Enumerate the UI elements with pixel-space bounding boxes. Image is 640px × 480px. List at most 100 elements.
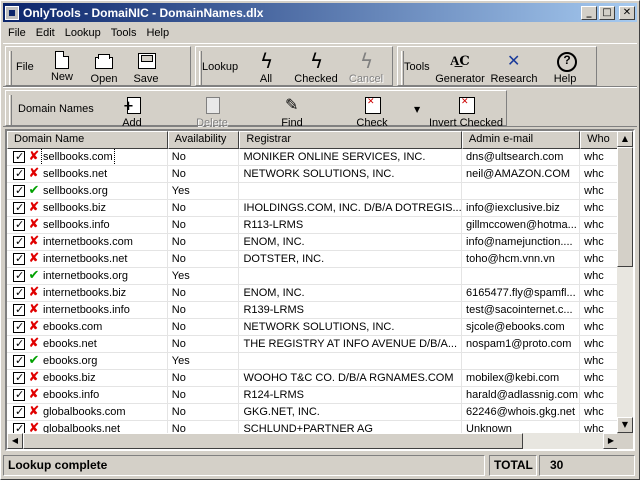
table-row[interactable]: ✘internetbooks.netNoDOTSTER, INC.toho@hc… (7, 251, 619, 268)
delete-button[interactable]: Delete (184, 93, 240, 131)
menu-help[interactable]: Help (141, 27, 174, 39)
maximize-button[interactable]: □ (599, 5, 615, 20)
row-checkbox[interactable] (13, 336, 25, 352)
lookup-all-button[interactable]: All (238, 49, 294, 87)
table-row[interactable]: ✘ebooks.infoNoR124-LRMSharald@adlassnig.… (7, 387, 619, 404)
table-row[interactable]: ✘sellbooks.infoNoR113-LRMSgillmccowen@ho… (7, 217, 619, 234)
lookup-checked-button[interactable]: Checked (288, 49, 344, 87)
whois-cell: whc (580, 268, 619, 284)
column-header-whois[interactable]: Who (580, 131, 619, 149)
title-bar[interactable]: OnlyTools - DomaiNIC - DomainNames.dlx _… (3, 3, 637, 22)
menu-file[interactable]: File (3, 27, 31, 39)
find-button[interactable]: Find (264, 93, 320, 131)
column-header-registrar[interactable]: Registrar (239, 131, 462, 149)
domain-cell[interactable]: ✘sellbooks.biz (7, 200, 168, 216)
table-row[interactable]: ✘globalbooks.netNoSCHLUND+PARTNER AGUnkn… (7, 421, 619, 433)
find-label: Find (281, 117, 303, 129)
table-row[interactable]: ✘ebooks.bizNoWOOHO T&C CO. D/B/A RGNAMES… (7, 370, 619, 387)
horizontal-scroll-thumb[interactable] (23, 433, 523, 449)
table-row[interactable]: ✘ebooks.netNoTHE REGISTRY AT INFO AVENUE… (7, 336, 619, 353)
horizontal-scrollbar[interactable]: ◀ ▶ (7, 433, 619, 449)
row-checkbox[interactable] (13, 404, 25, 420)
row-checkbox[interactable] (13, 353, 25, 369)
domain-cell[interactable]: ✘ebooks.net (7, 336, 168, 352)
row-checkbox[interactable] (13, 217, 25, 233)
table-row[interactable]: ✘internetbooks.infoNoR139-LRMStest@sacoi… (7, 302, 619, 319)
status-total-label: TOTAL (489, 455, 537, 476)
domain-cell[interactable]: ✘ebooks.info (7, 387, 168, 403)
table-row[interactable]: ✘sellbooks.bizNoIHOLDINGS.COM, INC. D/B/… (7, 200, 619, 217)
table-row[interactable]: ✘internetbooks.bizNoENOM, INC.6165477.fl… (7, 285, 619, 302)
table-row[interactable]: ✔ebooks.orgYeswhc (7, 353, 619, 370)
domain-cell[interactable]: ✘globalbooks.net (7, 421, 168, 433)
domain-cell[interactable]: ✔ebooks.org (7, 353, 168, 369)
cancel-button[interactable]: Cancel (338, 49, 394, 87)
column-header-availability[interactable]: Availability (167, 131, 240, 149)
row-checkbox[interactable] (13, 421, 25, 433)
domain-cell[interactable]: ✘ebooks.com (7, 319, 168, 335)
whois-cell: whc (580, 387, 619, 403)
row-checkbox[interactable] (13, 251, 25, 267)
menu-lookup[interactable]: Lookup (60, 27, 106, 39)
table-row[interactable]: ✘globalbooks.comNoGKG.NET, INC.62246@who… (7, 404, 619, 421)
menu-tools[interactable]: Tools (106, 27, 142, 39)
research-button[interactable]: Research (486, 49, 542, 87)
domain-cell[interactable]: ✘internetbooks.com (7, 234, 168, 250)
table-row[interactable]: ✔internetbooks.orgYeswhc (7, 268, 619, 285)
scroll-down-button[interactable]: ▼ (617, 417, 633, 433)
domain-cell[interactable]: ✘internetbooks.net (7, 251, 168, 267)
domain-cell[interactable]: ✘sellbooks.info (7, 217, 168, 233)
domain-cell[interactable]: ✘internetbooks.biz (7, 285, 168, 301)
domain-names-toolbar: Domain Names Add Delete Find Check ▼ Inv… (3, 87, 637, 129)
row-checkbox[interactable] (13, 183, 25, 199)
domain-cell[interactable]: ✘ebooks.biz (7, 370, 168, 386)
row-checkbox[interactable] (13, 370, 25, 386)
row-checkbox[interactable] (13, 268, 25, 284)
column-header-admin-email[interactable]: Admin e-mail (461, 131, 581, 149)
column-header-domain-name[interactable]: Domain Name (7, 131, 168, 149)
row-checkbox[interactable] (13, 149, 25, 165)
invert-checked-button[interactable]: Invert Checked (426, 93, 506, 131)
table-row[interactable]: ✘internetbooks.comNoENOM, INC.info@namej… (7, 234, 619, 251)
vertical-scroll-thumb[interactable] (617, 147, 633, 267)
app-icon[interactable] (5, 5, 19, 20)
toolbar-grip[interactable] (9, 51, 12, 85)
check-button[interactable]: Check (344, 93, 400, 131)
row-checkbox[interactable] (13, 166, 25, 182)
scroll-left-button[interactable]: ◀ (7, 433, 23, 449)
minimize-button[interactable]: _ (581, 5, 597, 20)
row-checkbox[interactable] (13, 234, 25, 250)
close-button[interactable]: ✕ (619, 5, 635, 20)
domain-cell[interactable]: ✘internetbooks.info (7, 302, 168, 318)
domain-cell[interactable]: ✔internetbooks.org (7, 268, 168, 284)
availability-cell: No (168, 251, 240, 267)
generator-button[interactable]: Generator (432, 49, 488, 87)
domain-cell[interactable]: ✔sellbooks.org (7, 183, 168, 199)
table-row[interactable]: ✘sellbooks.netNoNETWORK SOLUTIONS, INC.n… (7, 166, 619, 183)
row-checkbox[interactable] (13, 319, 25, 335)
registrar-cell: R113-LRMS (239, 217, 463, 233)
help-button[interactable]: Help (540, 49, 590, 87)
availability-cell: No (168, 166, 240, 182)
save-button[interactable]: Save (118, 49, 174, 87)
row-checkbox[interactable] (13, 387, 25, 403)
scroll-up-button[interactable]: ▲ (617, 131, 633, 147)
table-row[interactable]: ✘sellbooks.comNoMONIKER ONLINE SERVICES,… (7, 149, 619, 166)
domain-cell[interactable]: ✘sellbooks.com (7, 149, 168, 165)
check-dropdown-arrow[interactable]: ▼ (414, 105, 420, 114)
main-toolbar: File New Open Save Lookup All (3, 43, 637, 87)
domain-cell[interactable]: ✘globalbooks.com (7, 404, 168, 420)
table-row[interactable]: ✘ebooks.comNoNETWORK SOLUTIONS, INC.sjco… (7, 319, 619, 336)
research-icon (504, 51, 524, 71)
table-row[interactable]: ✔sellbooks.orgYeswhc (7, 183, 619, 200)
availability-cell: No (168, 421, 240, 433)
row-checkbox[interactable] (13, 200, 25, 216)
row-checkbox[interactable] (13, 285, 25, 301)
toolbar-grip[interactable] (9, 95, 12, 125)
vertical-scrollbar[interactable]: ▲ ▼ (617, 131, 633, 433)
domain-grid[interactable]: Domain Name Availability Registrar Admin… (5, 129, 635, 451)
row-checkbox[interactable] (13, 302, 25, 318)
menu-edit[interactable]: Edit (31, 27, 60, 39)
add-button[interactable]: Add (104, 93, 160, 131)
domain-cell[interactable]: ✘sellbooks.net (7, 166, 168, 182)
